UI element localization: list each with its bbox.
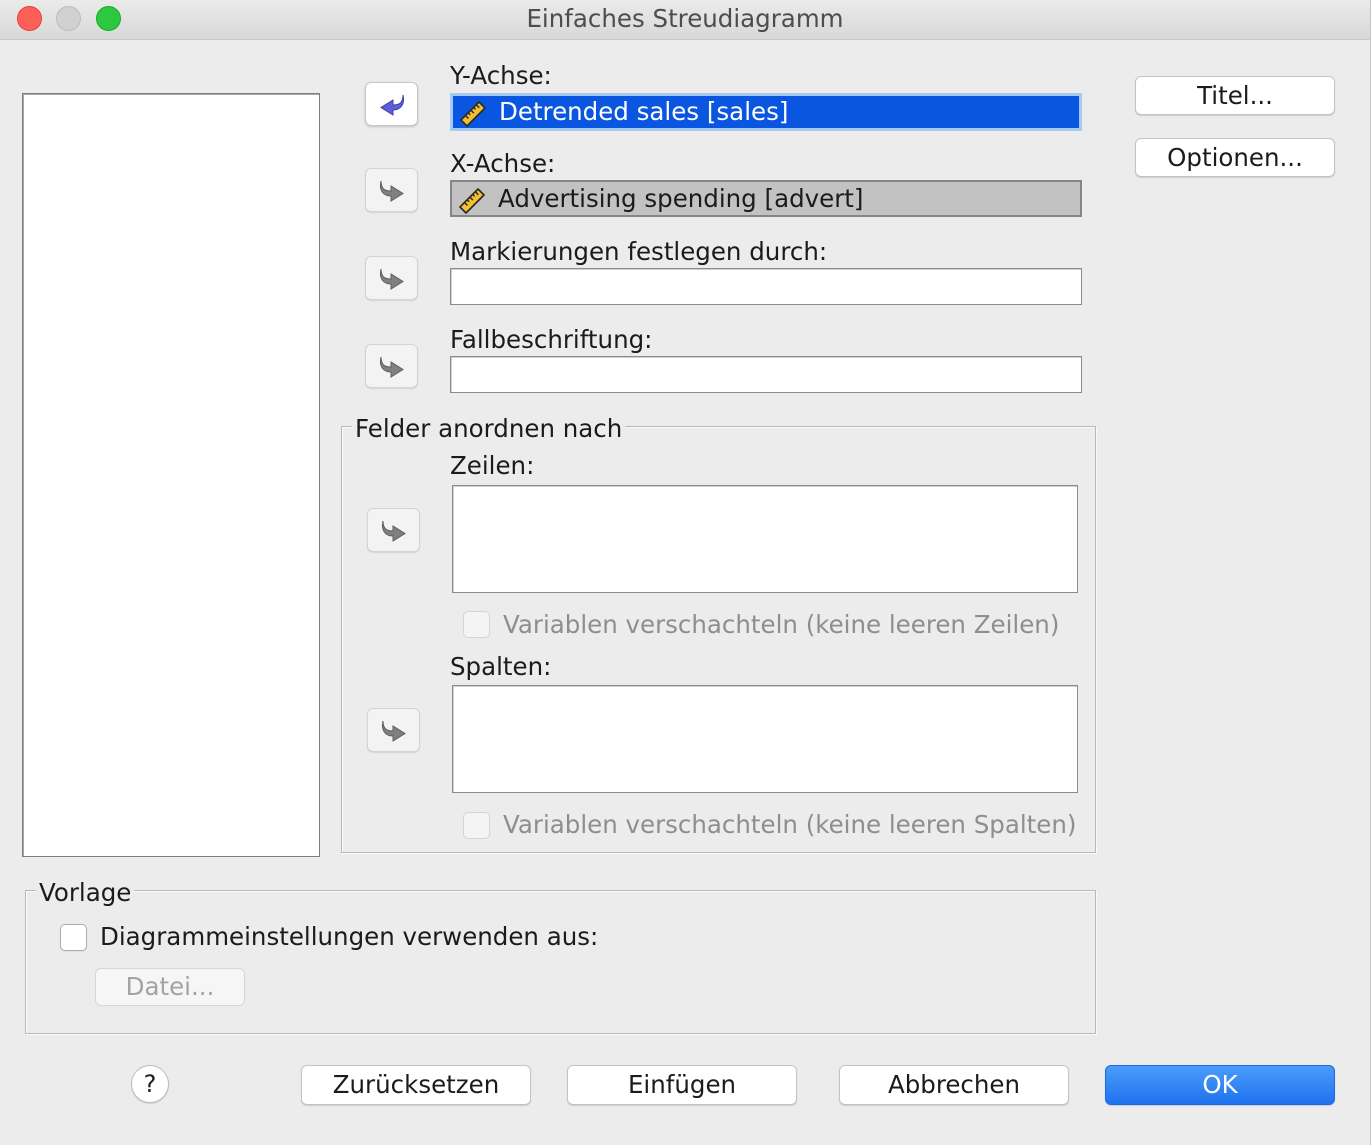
case-labels-label: Fallbeschriftung: [450, 325, 653, 354]
columns-label: Spalten: [450, 652, 552, 681]
arrange-panel-legend: Felder anordnen nach [352, 414, 626, 444]
template-panel-border [25, 890, 1096, 1034]
ruler-icon [460, 101, 486, 127]
case-labels-field[interactable] [450, 356, 1082, 393]
move-case-labels-button[interactable] [365, 344, 418, 388]
arrow-right-icon [379, 268, 404, 290]
x-axis-label: X-Achse: [450, 149, 556, 178]
rows-label: Zeilen: [450, 451, 535, 480]
markers-label: Markierungen festlegen durch: [450, 237, 828, 266]
help-button[interactable]: ? [131, 1065, 169, 1103]
x-axis-field[interactable]: Advertising spending [advert] [450, 180, 1082, 217]
ruler-icon [459, 187, 485, 214]
ok-button[interactable]: OK [1105, 1065, 1335, 1105]
nest-columns-label: Variablen verschachteln (keine leeren Sp… [503, 810, 1077, 839]
y-axis-field[interactable]: Detrended sales [sales] [450, 93, 1082, 131]
reset-button[interactable]: Zurücksetzen [301, 1065, 531, 1105]
move-y-axis-button[interactable] [365, 82, 418, 126]
source-variable-list[interactable] [22, 93, 320, 857]
x-axis-variable: Advertising spending [advert] [498, 183, 864, 213]
arrow-left-icon [379, 94, 404, 116]
move-markers-button[interactable] [365, 256, 418, 300]
cancel-button[interactable]: Abbrechen [839, 1065, 1069, 1105]
move-columns-button[interactable] [367, 708, 420, 752]
columns-field[interactable] [452, 685, 1078, 793]
window-title: Einfaches Streudiagramm [526, 4, 844, 33]
use-chart-settings-checkbox[interactable] [60, 924, 87, 951]
nest-rows-checkbox[interactable] [463, 611, 490, 638]
dialog-window: Einfaches Streudiagramm Y-Achse: Detrend… [0, 0, 1371, 1145]
options-button[interactable]: Optionen... [1135, 138, 1335, 177]
nest-rows-label: Variablen verschachteln (keine leeren Ze… [503, 610, 1060, 639]
use-chart-settings-label: Diagrammeinstellungen verwenden aus: [100, 922, 599, 951]
arrow-right-icon [379, 356, 404, 378]
y-axis-variable: Detrended sales [sales] [499, 97, 789, 126]
paste-button[interactable]: Einfügen [567, 1065, 797, 1105]
move-x-axis-button[interactable] [365, 168, 418, 212]
arrow-right-icon [381, 720, 406, 742]
move-rows-button[interactable] [367, 508, 420, 552]
title-bar: Einfaches Streudiagramm [0, 0, 1370, 40]
nest-columns-checkbox[interactable] [463, 812, 490, 839]
arrow-right-icon [379, 180, 404, 202]
y-axis-label: Y-Achse: [450, 61, 552, 90]
markers-field[interactable] [450, 268, 1082, 305]
template-panel-legend: Vorlage [36, 878, 135, 908]
file-button[interactable]: Datei... [95, 968, 245, 1006]
titles-button[interactable]: Titel... [1135, 76, 1335, 115]
arrow-right-icon [381, 520, 406, 542]
rows-field[interactable] [452, 485, 1078, 593]
